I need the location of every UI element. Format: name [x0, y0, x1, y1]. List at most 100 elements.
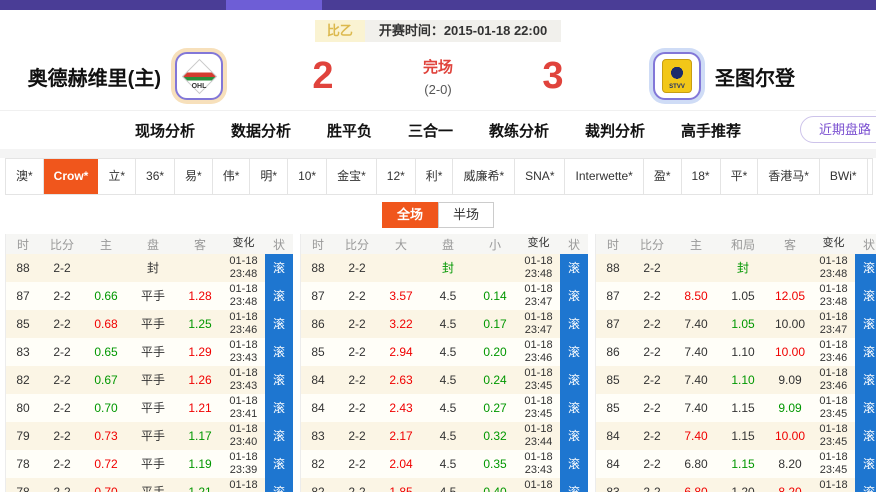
odds-row: 872-23.574.50.1401-1823:47滚 [301, 282, 588, 310]
live-status-cell[interactable]: 滚 [855, 366, 876, 394]
bookmaker-tab[interactable]: 威廉希* [453, 159, 515, 194]
score-cell: 2-2 [335, 422, 379, 450]
live-status-cell[interactable]: 滚 [265, 478, 293, 492]
divider-band [0, 149, 876, 158]
nav-item[interactable]: 高手推荐 [681, 120, 741, 141]
odds-row: 822-21.854.50.4001-1823:42滚 [301, 478, 588, 492]
odds-row: 882-2封01-1823:48滚 [6, 254, 293, 282]
live-status-cell[interactable]: 滚 [265, 366, 293, 394]
nav-item[interactable]: 三合一 [408, 120, 453, 141]
odds-row: 802-20.70平手1.2101-1823:41滚 [6, 394, 293, 422]
odds-cell [178, 254, 222, 282]
minute-cell: 84 [596, 422, 630, 450]
column-header: 状 [265, 236, 293, 253]
live-status-cell[interactable]: 滚 [560, 282, 588, 310]
live-status-cell[interactable]: 滚 [265, 422, 293, 450]
nav-item[interactable]: 裁判分析 [585, 120, 645, 141]
score-cell: 2-2 [335, 366, 379, 394]
change-time-cell: 01-1823:45 [812, 394, 855, 422]
odds-cell: 1.21 [178, 478, 222, 492]
bookmaker-tab[interactable]: 伟* [213, 159, 251, 194]
live-status-cell[interactable]: 滚 [265, 338, 293, 366]
live-status-cell[interactable]: 滚 [560, 338, 588, 366]
odds-cell: 2.43 [379, 394, 423, 422]
live-status-cell[interactable]: 滚 [855, 478, 876, 492]
bookmaker-tab[interactable]: 香港马* [758, 159, 820, 194]
minute-cell: 88 [301, 254, 335, 282]
odds-row: 842-22.634.50.2401-1823:45滚 [301, 366, 588, 394]
odds-row: 872-20.66平手1.2801-1823:48滚 [6, 282, 293, 310]
score-cell: 2-2 [630, 422, 674, 450]
bookmaker-tab[interactable]: BWi* [820, 159, 868, 194]
minute-cell: 84 [301, 366, 335, 394]
live-status-cell[interactable]: 滚 [855, 394, 876, 422]
bookmaker-tab[interactable]: 金宝* [327, 159, 377, 194]
live-status-cell[interactable]: 滚 [265, 254, 293, 282]
odds-cell: 0.72 [84, 450, 128, 478]
bookmaker-tab[interactable]: 平* [721, 159, 759, 194]
live-status-cell[interactable]: 滚 [265, 450, 293, 478]
bookmaker-tab[interactable]: SNA* [515, 159, 565, 194]
live-status-cell[interactable]: 滚 [560, 394, 588, 422]
handicap-odds-table: 时比分主盘客变化状882-2封01-1823:48滚872-20.66平手1.2… [5, 234, 293, 492]
live-status-cell[interactable]: 滚 [855, 310, 876, 338]
column-header: 主 [674, 236, 718, 253]
bookmaker-tab[interactable]: 36* [136, 159, 175, 194]
live-status-cell[interactable]: 滚 [265, 310, 293, 338]
bookmaker-tab[interactable]: 立* [98, 159, 136, 194]
live-status-cell[interactable]: 滚 [855, 338, 876, 366]
bookmaker-tab[interactable]: Crow* [44, 159, 99, 194]
score-cell: 2-2 [335, 254, 379, 282]
bookmaker-tab[interactable]: 18* [682, 159, 721, 194]
bookmaker-tab[interactable]: Interwette* [565, 159, 643, 194]
live-status-cell[interactable]: 滚 [560, 422, 588, 450]
nav-item[interactable]: 数据分析 [231, 120, 291, 141]
top-scrollbar-thumb[interactable] [226, 0, 322, 10]
line-cell: 4.5 [423, 394, 473, 422]
live-status-cell[interactable]: 滚 [855, 450, 876, 478]
bookmaker-tab[interactable]: 澳* [6, 159, 44, 194]
live-status-cell[interactable]: 滚 [855, 254, 876, 282]
bookmaker-tab[interactable]: 明* [250, 159, 288, 194]
live-status-cell[interactable]: 滚 [560, 310, 588, 338]
live-status-cell[interactable]: 滚 [265, 394, 293, 422]
match-status-block: 完场 (2-0) [363, 56, 513, 97]
bookmaker-tab[interactable]: 盈* [644, 159, 682, 194]
bookmaker-tab[interactable]: 10* [288, 159, 327, 194]
line-cell: 平手 [128, 422, 178, 450]
score-cell: 2-2 [630, 338, 674, 366]
recent-trend-button[interactable]: 近期盘路 [800, 116, 876, 143]
minute-cell: 86 [596, 338, 630, 366]
nav-item[interactable]: 胜平负 [327, 120, 372, 141]
odds-row: 852-22.944.50.2001-1823:46滚 [301, 338, 588, 366]
bookmaker-tab[interactable]: 易* [175, 159, 213, 194]
odds-cell: 1.25 [178, 310, 222, 338]
odds-cell: 0.70 [84, 394, 128, 422]
live-status-cell[interactable]: 滚 [560, 254, 588, 282]
odds-row: 792-20.73平手1.1701-1823:40滚 [6, 422, 293, 450]
odds-cell: 1.17 [178, 422, 222, 450]
minute-cell: 82 [6, 366, 40, 394]
nav-item[interactable]: 教练分析 [489, 120, 549, 141]
score-cell: 2-2 [40, 450, 84, 478]
odds-cell: 9.09 [768, 366, 812, 394]
live-status-cell[interactable]: 滚 [560, 366, 588, 394]
nav-item[interactable]: 现场分析 [135, 120, 195, 141]
live-status-cell[interactable]: 滚 [560, 478, 588, 492]
odds-cell: 2.63 [379, 366, 423, 394]
live-status-cell[interactable]: 滚 [855, 422, 876, 450]
period-toggle-option[interactable]: 全场 [382, 202, 438, 228]
odds-row: 872-28.501.0512.0501-1823:48滚 [596, 282, 876, 310]
bookmaker-tab[interactable]: 利* [416, 159, 454, 194]
change-time-cell: 01-1823:48 [517, 254, 560, 282]
away-logo-emblem-icon: STVV [662, 59, 692, 93]
bookmaker-tab[interactable]: 12* [377, 159, 416, 194]
minute-cell: 87 [6, 282, 40, 310]
score-cell: 2-2 [40, 422, 84, 450]
score-cell: 2-2 [40, 282, 84, 310]
change-time-cell: 01-1823:39 [222, 450, 265, 478]
live-status-cell[interactable]: 滚 [560, 450, 588, 478]
live-status-cell[interactable]: 滚 [855, 282, 876, 310]
live-status-cell[interactable]: 滚 [265, 282, 293, 310]
period-toggle-option[interactable]: 半场 [438, 202, 494, 228]
